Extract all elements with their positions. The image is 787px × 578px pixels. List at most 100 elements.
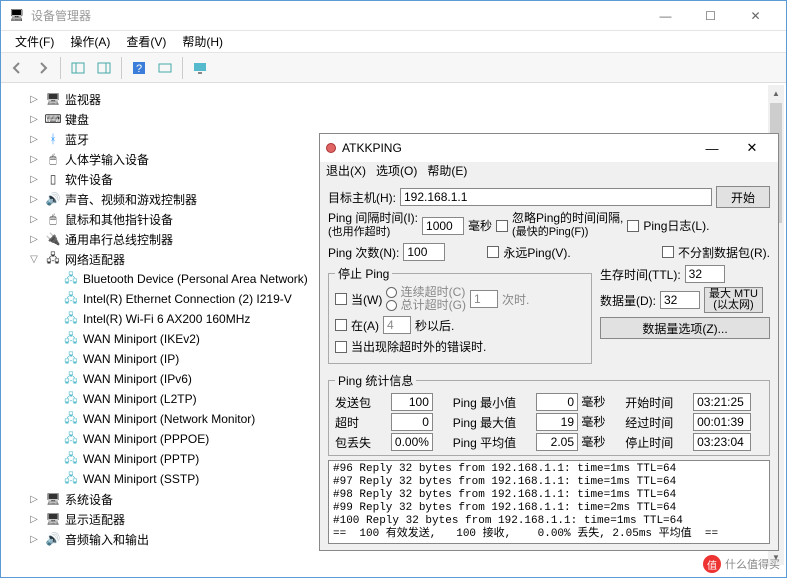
times-input (470, 290, 498, 308)
device-icon: 🖱 (45, 211, 61, 227)
ping-close[interactable]: ✕ (732, 140, 772, 156)
ping-menubar: 退出(X) 选项(O) 帮助(E) (320, 162, 778, 182)
avg-label: Ping 平均值 (453, 434, 528, 451)
node-label: 网络适配器 (65, 251, 125, 268)
in-checkbox[interactable] (335, 319, 347, 331)
forever-checkbox[interactable] (487, 246, 499, 258)
menu-action[interactable]: 操作(A) (62, 31, 118, 52)
min-val (536, 393, 578, 411)
max-mtu-button[interactable]: 最大 MTU(以太网) (704, 287, 763, 313)
expand-icon[interactable]: ▷ (27, 534, 41, 545)
toolbar-sep-2 (121, 57, 122, 79)
expand-icon[interactable]: ▷ (27, 154, 41, 165)
node-label: 人体学输入设备 (65, 151, 149, 168)
interval-input[interactable] (422, 217, 464, 235)
toolbar-sep (60, 57, 61, 79)
sent-label: 发送包 (335, 394, 383, 411)
properties-icon[interactable] (92, 56, 116, 80)
host-label: 目标主机(H): (328, 189, 396, 206)
stop-time-val (693, 433, 751, 451)
total-radio[interactable] (386, 300, 397, 311)
expand-icon[interactable]: ▷ (27, 94, 41, 105)
tree-node[interactable]: ▷⌨键盘 (9, 109, 768, 129)
other-err-label: 当出现除超时外的错误时. (351, 338, 486, 355)
other-err-checkbox[interactable] (335, 341, 347, 353)
ping-minimize[interactable]: — (692, 141, 732, 156)
log-checkbox[interactable] (627, 220, 639, 232)
expand-icon[interactable]: ▷ (27, 134, 41, 145)
node-label: 软件设备 (65, 171, 113, 188)
host-input[interactable] (400, 188, 712, 206)
device-icon: 🖥 (45, 491, 61, 507)
ping-window: ATKKPING — ✕ 退出(X) 选项(O) 帮助(E) 目标主机(H): … (319, 133, 779, 551)
tree-node[interactable]: ▷🖥监视器 (9, 89, 768, 109)
elapsed-val (693, 413, 751, 431)
ignore-sublabel: (最快的Ping(F)) (512, 226, 588, 238)
ping-menu-help[interactable]: 帮助(E) (427, 162, 467, 182)
ignore-label: 忽略Ping的时间间隔, (512, 211, 623, 225)
max-val (536, 413, 578, 431)
stats-fieldset: Ping 统计信息 发送包 Ping 最小值 毫秒 开始时间 超时 Ping 最… (328, 372, 770, 456)
forward-icon[interactable] (31, 56, 55, 80)
expand-icon[interactable]: ▷ (27, 114, 41, 125)
help-icon[interactable]: ? (127, 56, 151, 80)
device-icon: 🔌 (45, 231, 61, 247)
node-label: 通用串行总线控制器 (65, 231, 173, 248)
cont-label: 连续超时(C) (401, 285, 466, 299)
maximize-button[interactable]: ☐ (688, 2, 733, 30)
stop-legend: 停止 Ping (335, 265, 392, 282)
cont-radio[interactable] (386, 287, 397, 298)
ping-log-output[interactable]: #96 Reply 32 bytes from 192.168.1.1: tim… (328, 460, 770, 544)
show-hide-icon[interactable] (66, 56, 90, 80)
ttl-input[interactable] (685, 265, 725, 283)
elapsed-label: 经过时间 (625, 414, 685, 431)
expand-icon[interactable]: ▷ (27, 214, 41, 225)
node-label: 键盘 (65, 111, 89, 128)
sent-val (391, 393, 433, 411)
ping-app-icon (326, 143, 336, 153)
toolbar: ? (1, 53, 786, 83)
scroll-up-icon[interactable]: ▲ (768, 85, 784, 101)
back-icon[interactable] (5, 56, 29, 80)
expand-icon[interactable]: ▽ (27, 254, 41, 265)
ping-menu-exit[interactable]: 退出(X) (326, 162, 366, 182)
ping-titlebar[interactable]: ATKKPING — ✕ (320, 134, 778, 162)
node-label: 声音、视频和游戏控制器 (65, 191, 197, 208)
scan-icon[interactable] (153, 56, 177, 80)
expand-icon[interactable]: ▷ (27, 194, 41, 205)
menu-view[interactable]: 查看(V) (118, 31, 174, 52)
count-input[interactable] (403, 243, 445, 261)
stop-time-label: 停止时间 (625, 434, 685, 451)
adapter-icon: 🖧 (63, 351, 79, 367)
menu-file[interactable]: 文件(F) (7, 31, 62, 52)
expand-icon[interactable]: ▷ (27, 494, 41, 505)
device-icon: 🖱 (45, 151, 61, 167)
in-label: 在(A) (351, 317, 379, 334)
app-icon: 🖥 (9, 8, 25, 24)
child-label: WAN Miniport (L2TP) (83, 392, 197, 406)
sec-after: 秒以后. (415, 317, 454, 334)
times-suffix: 次时. (502, 291, 529, 308)
minimize-button[interactable]: — (643, 2, 688, 30)
nofrag-checkbox[interactable] (662, 246, 674, 258)
menu-help[interactable]: 帮助(H) (174, 31, 231, 52)
interval-label: Ping 间隔时间(I): (328, 211, 418, 225)
monitor-icon[interactable] (188, 56, 212, 80)
adapter-icon: 🖧 (63, 391, 79, 407)
ignore-checkbox[interactable] (496, 220, 508, 232)
size-options-button[interactable]: 数据量选项(Z)... (600, 317, 770, 339)
when-checkbox[interactable] (335, 293, 347, 305)
close-button[interactable]: ✕ (733, 2, 778, 30)
expand-icon[interactable]: ▷ (27, 174, 41, 185)
child-label: Bluetooth Device (Personal Area Network) (83, 272, 308, 286)
expand-icon[interactable]: ▷ (27, 514, 41, 525)
device-icon: ᚼ (45, 131, 61, 147)
expand-icon[interactable]: ▷ (27, 234, 41, 245)
device-icon: ▯ (45, 171, 61, 187)
forever-label: 永远Ping(V). (503, 244, 570, 261)
size-input[interactable] (660, 291, 700, 309)
ping-menu-options[interactable]: 选项(O) (376, 162, 417, 182)
ping-title: ATKKPING (342, 141, 692, 155)
avg-val (536, 433, 578, 451)
start-button[interactable]: 开始 (716, 186, 770, 208)
